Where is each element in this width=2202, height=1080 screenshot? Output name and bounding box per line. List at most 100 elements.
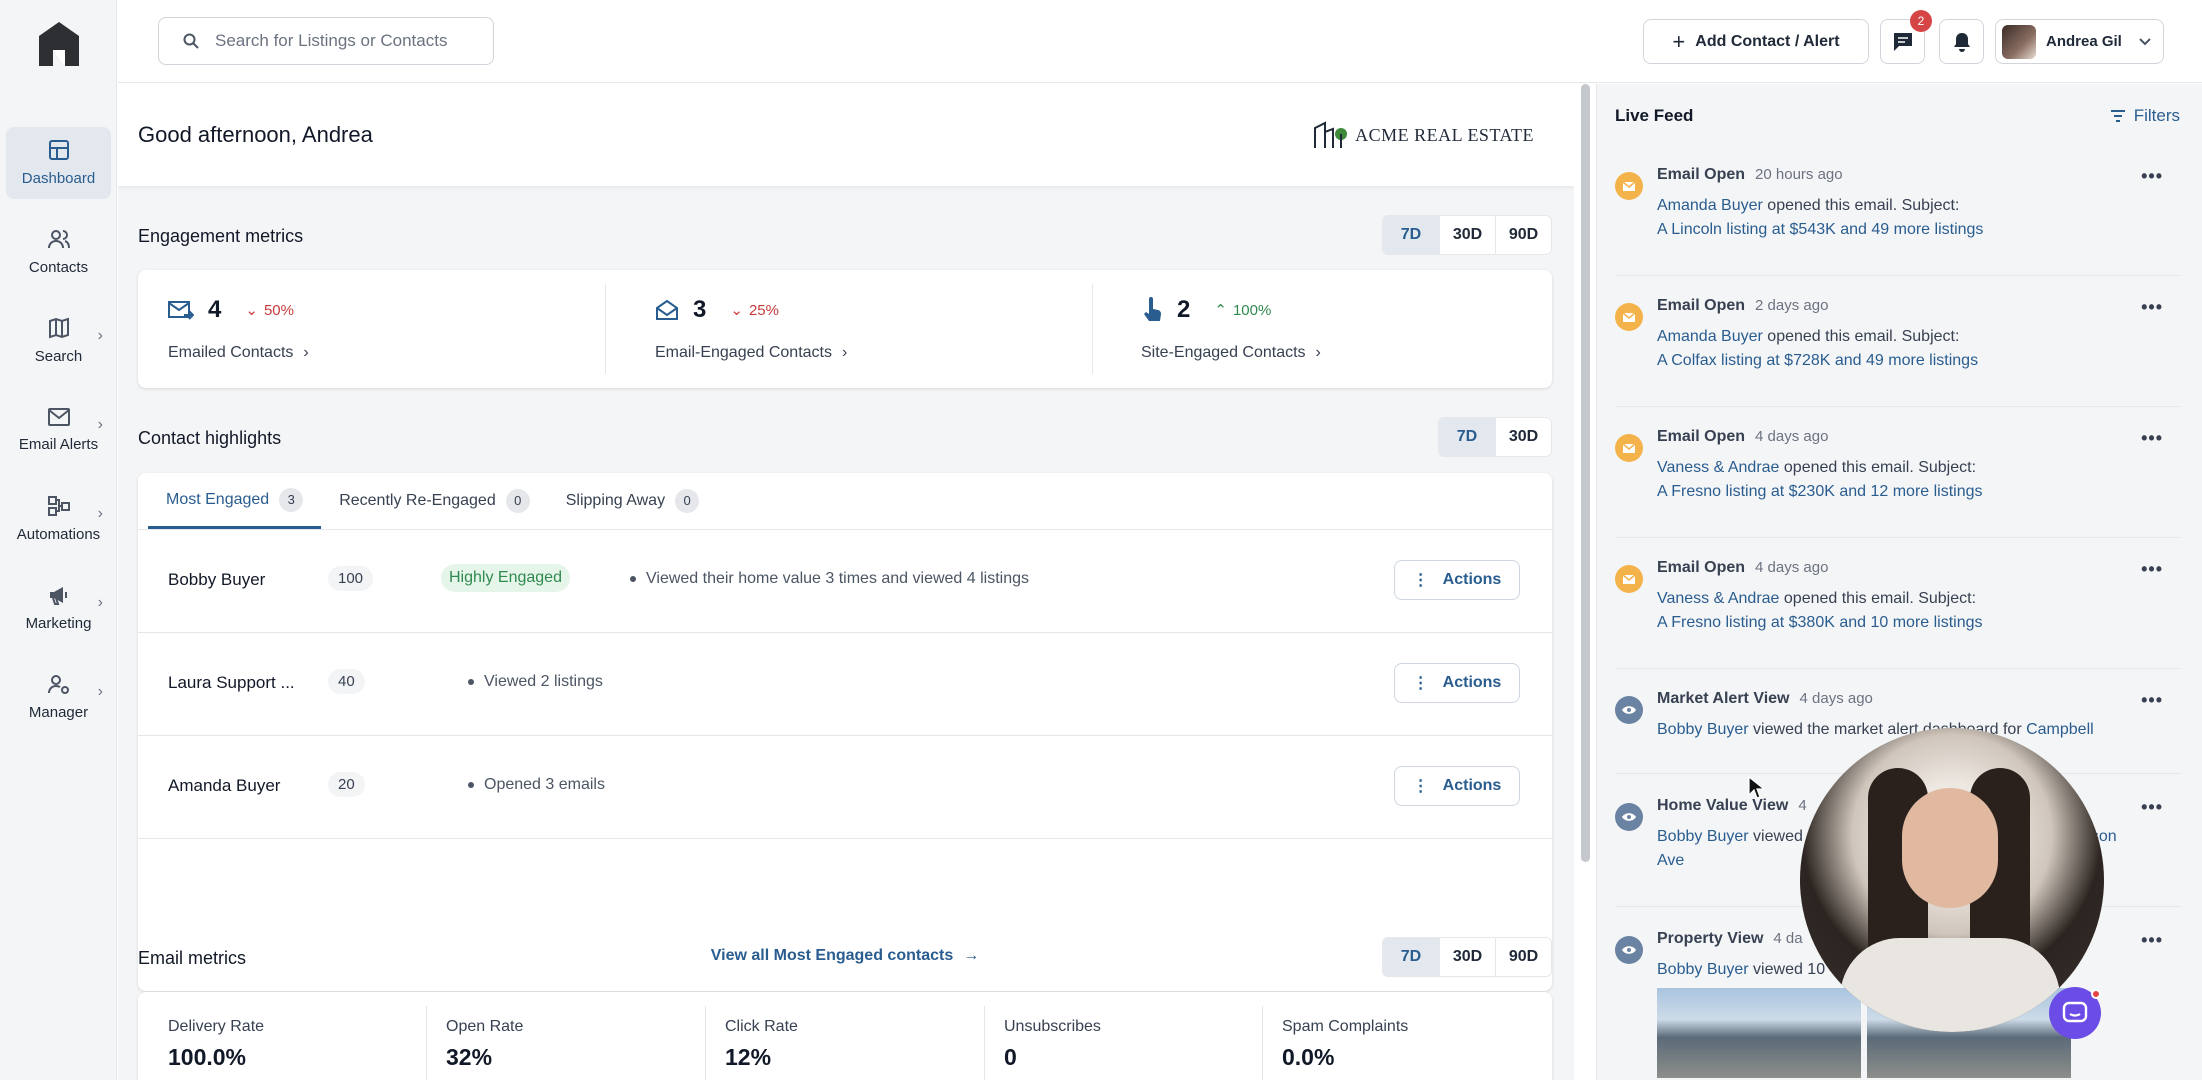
scrollbar-thumb[interactable]: [1581, 84, 1590, 862]
metric-change: ⌃ 100%: [1214, 301, 1271, 320]
app-logo[interactable]: [37, 20, 81, 68]
sidebar-item-automations[interactable]: Automations ›: [6, 483, 111, 555]
metric-change-value: 50%: [263, 301, 294, 319]
contact-name[interactable]: Bobby Buyer: [168, 570, 308, 590]
contacts-icon: [47, 228, 71, 250]
metric-site-engaged[interactable]: 2 ⌃ 100% Site-Engaged Contacts ›: [1111, 270, 1574, 388]
more-options-icon[interactable]: •••: [2141, 166, 2163, 187]
sidebar-item-marketing[interactable]: Marketing ›: [6, 572, 111, 644]
property-photo[interactable]: [1657, 988, 1861, 1078]
user-name: Andrea Gil: [2046, 33, 2122, 50]
more-options-icon[interactable]: •••: [2141, 428, 2163, 449]
contact-name[interactable]: Laura Support ...: [168, 673, 308, 693]
metric-label: Email-Engaged Contacts: [655, 344, 832, 361]
search-input[interactable]: [215, 31, 455, 51]
more-options-icon[interactable]: •••: [2141, 297, 2163, 318]
event-type: Market Alert View: [1657, 690, 1790, 707]
period-7d[interactable]: 7D: [1383, 938, 1439, 976]
contact-link[interactable]: Bobby Buyer: [1657, 828, 1749, 845]
more-options-icon[interactable]: •••: [2141, 797, 2163, 818]
contact-link[interactable]: Amanda Buyer: [1657, 328, 1763, 345]
search-box[interactable]: [158, 17, 494, 65]
period-30d[interactable]: 30D: [1439, 216, 1495, 254]
sidebar-item-manager[interactable]: Manager ›: [6, 661, 111, 733]
more-options-icon[interactable]: •••: [2141, 559, 2163, 580]
tab-most-engaged[interactable]: Most Engaged 3: [148, 473, 322, 529]
tab-label: Most Engaged: [166, 490, 270, 508]
metric-delivery-rate: Delivery Rate 100.0%: [138, 992, 417, 1080]
chat-launcher-button[interactable]: [2049, 987, 2101, 1039]
contact-link[interactable]: Bobby Buyer: [1657, 961, 1749, 978]
period-90d[interactable]: 90D: [1495, 938, 1551, 976]
tab-slipping-away[interactable]: Slipping Away 0: [548, 473, 717, 529]
main-content: Good afternoon, Andrea ACME REAL ESTATE …: [118, 84, 1574, 1080]
contact-name[interactable]: Amanda Buyer: [168, 776, 308, 796]
main-scrollbar[interactable]: [1581, 84, 1591, 864]
contact-row[interactable]: Laura Support ... 40 Viewed 2 listings ⋮…: [138, 632, 1552, 735]
tab-label: Recently Re-Engaged: [339, 492, 496, 509]
filters-button[interactable]: Filters: [2110, 106, 2180, 126]
chevron-right-icon: ›: [97, 683, 103, 700]
subject-link[interactable]: A Fresno listing at $230K and 12 more li…: [1657, 483, 1983, 500]
highlights-title: Contact highlights: [138, 428, 282, 448]
feed-item-title: Email Open 20 hours ago: [1657, 166, 1843, 184]
contact-link[interactable]: Bobby Buyer: [1657, 721, 1749, 738]
subject-link[interactable]: A Colfax listing at $728K and 49 more li…: [1657, 352, 1978, 369]
subject-link[interactable]: A Fresno listing at $380K and 10 more li…: [1657, 614, 1983, 631]
webcam-overlay: [1800, 728, 2104, 1032]
actions-button[interactable]: ⋮ Actions: [1394, 766, 1520, 806]
contact-row[interactable]: Bobby Buyer 100 Highly Engaged Viewed th…: [138, 529, 1552, 632]
feed-item[interactable]: Email Open 2 days ago ••• Amanda Buyer op…: [1615, 297, 2181, 407]
sidebar-item-email-alerts[interactable]: Email Alerts ›: [6, 394, 111, 466]
period-30d[interactable]: 30D: [1439, 938, 1495, 976]
manager-icon: [47, 673, 71, 695]
activity-summary: Viewed 2 listings: [468, 673, 603, 691]
contact-link[interactable]: Amanda Buyer: [1657, 197, 1763, 214]
notifications-button[interactable]: [1939, 19, 1984, 64]
period-7d[interactable]: 7D: [1383, 216, 1439, 254]
sidebar-item-dashboard[interactable]: Dashboard: [6, 127, 111, 199]
more-options-icon[interactable]: •••: [2141, 690, 2163, 711]
contact-link[interactable]: Vaness & Andrae: [1657, 459, 1779, 476]
sidebar-item-search[interactable]: Search ›: [6, 305, 111, 377]
period-30d[interactable]: 30D: [1495, 418, 1551, 456]
metric-email-engaged[interactable]: 3 ⌄ 25% Email-Engaged Contacts ›: [625, 270, 1095, 388]
actions-button[interactable]: ⋮ Actions: [1394, 663, 1520, 703]
subject-link[interactable]: A Lincoln listing at $543K and 49 more l…: [1657, 221, 1983, 238]
metric-emailed[interactable]: 4 ⌄ 50% Emailed Contacts ›: [138, 270, 608, 388]
metric-unsubscribes: Unsubscribes 0: [974, 992, 1253, 1080]
email-metrics-title: Email metrics: [138, 948, 247, 968]
contact-link[interactable]: Vaness & Andrae: [1657, 590, 1779, 607]
view-all-link[interactable]: View all Most Engaged contacts →: [138, 947, 1552, 965]
actions-button[interactable]: ⋮ Actions: [1394, 560, 1520, 600]
actions-label: Actions: [1442, 571, 1502, 588]
address-link[interactable]: Ave: [1657, 852, 1684, 869]
sidebar-item-contacts[interactable]: Contacts: [6, 216, 111, 288]
add-contact-alert-button[interactable]: + Add Contact / Alert: [1643, 19, 1869, 64]
messages-badge: 2: [1910, 10, 1932, 32]
mail-icon: [1615, 303, 1643, 331]
more-options-icon[interactable]: •••: [2141, 930, 2163, 951]
feed-item[interactable]: Email Open 20 hours ago ••• Amanda Buyer …: [1615, 166, 2181, 276]
sidebar-item-label: Dashboard: [21, 170, 96, 187]
tab-recently-re-engaged[interactable]: Recently Re-Engaged 0: [321, 473, 548, 529]
highlights-period-toggle: 7D 30D: [1438, 417, 1552, 457]
divider: [605, 284, 606, 374]
user-menu[interactable]: Andrea Gil: [1995, 19, 2164, 64]
location-link[interactable]: Campbell: [2026, 721, 2094, 738]
period-90d[interactable]: 90D: [1495, 216, 1551, 254]
live-feed-title: Live Feed: [1615, 106, 1694, 125]
contact-row[interactable]: Amanda Buyer 20 Opened 3 emails ⋮ Actions: [138, 735, 1552, 838]
kebab-icon: ⋮: [1412, 572, 1429, 589]
chevron-right-icon: ›: [97, 594, 103, 611]
chat-icon: [1892, 31, 1914, 53]
sidebar-item-label: Manager: [28, 704, 89, 721]
engagement-score: 20: [328, 772, 365, 797]
feed-item[interactable]: Email Open 4 days ago ••• Vaness & Andrae…: [1615, 428, 2181, 538]
timestamp: 4 days ago: [1755, 428, 1829, 445]
count-badge: 0: [505, 489, 530, 513]
messages-button[interactable]: 2: [1880, 10, 1932, 64]
period-7d[interactable]: 7D: [1439, 418, 1495, 456]
feed-item[interactable]: Email Open 4 days ago ••• Vaness & Andrae…: [1615, 559, 2181, 669]
metric-change: ⌄ 50%: [245, 301, 294, 320]
